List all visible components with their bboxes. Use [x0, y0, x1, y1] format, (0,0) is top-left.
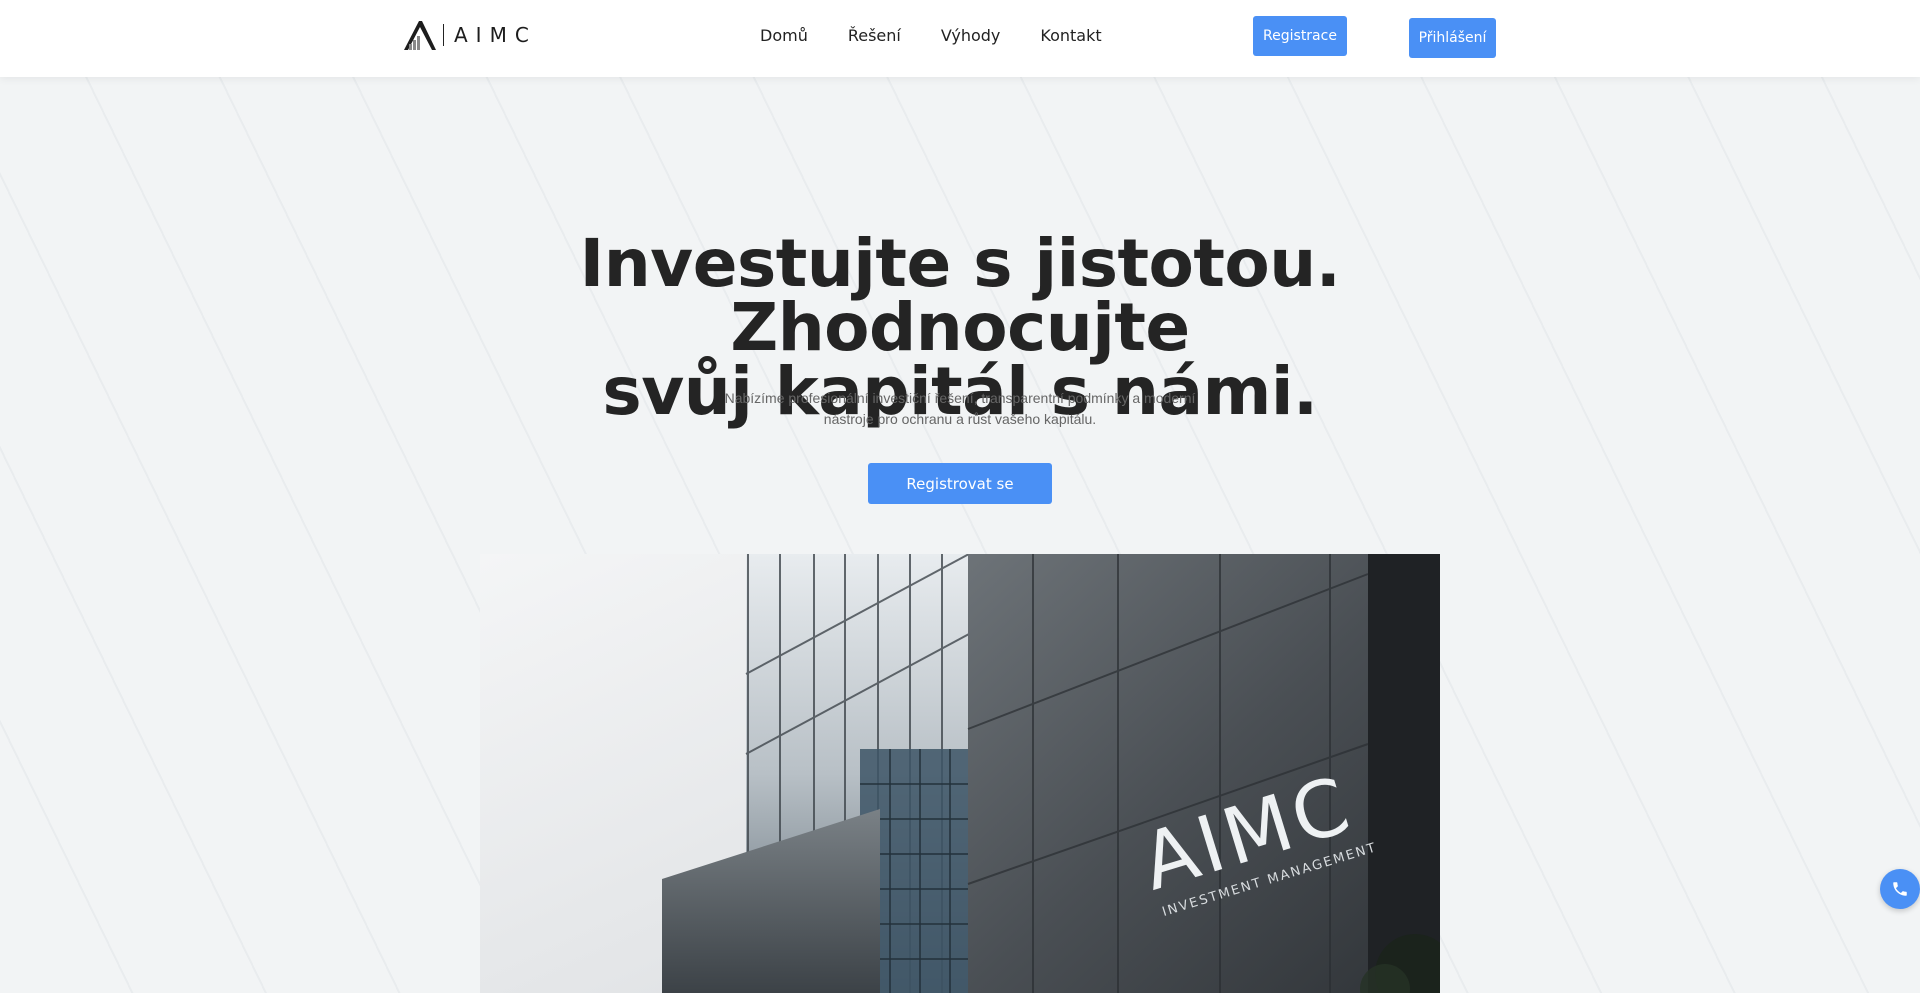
nav-item-solutions[interactable]: Řešení — [848, 26, 901, 45]
hero-subtitle-line-2: nástroje pro ochranu a růst vašeho kapit… — [823, 411, 1097, 427]
hero-subtitle-line-1: Nabízíme profesionální investiční řešení… — [724, 390, 1196, 406]
call-button[interactable] — [1880, 869, 1920, 909]
nav-item-home[interactable]: Domů — [760, 26, 808, 45]
nav-item-contact[interactable]: Kontakt — [1040, 26, 1101, 45]
logo-text: AIMC — [454, 23, 537, 47]
building-illustration: AIMC INVESTMENT MANAGEMENT — [480, 554, 1440, 993]
login-button[interactable]: Přihlášení — [1409, 18, 1496, 58]
nav-item-benefits[interactable]: Výhody — [941, 26, 1001, 45]
register-cta-button[interactable]: Registrovat se — [868, 463, 1052, 504]
main-nav: Domů Řešení Výhody Kontakt — [760, 26, 1102, 45]
register-button[interactable]: Registrace — [1253, 16, 1347, 56]
building-photo: AIMC INVESTMENT MANAGEMENT — [480, 554, 1440, 993]
phone-icon — [1893, 882, 1907, 896]
logo-mark-icon — [404, 21, 436, 50]
logo[interactable]: AIMC — [403, 18, 537, 52]
site-header: AIMC Domů Řešení Výhody Kontakt Registra… — [0, 0, 1920, 77]
hero-title-line-1: Investujte s jistotou. Zhodnocujte — [579, 225, 1341, 366]
hero-subtitle: Nabízíme profesionální investiční řešení… — [700, 388, 1220, 430]
logo-divider — [443, 24, 444, 46]
